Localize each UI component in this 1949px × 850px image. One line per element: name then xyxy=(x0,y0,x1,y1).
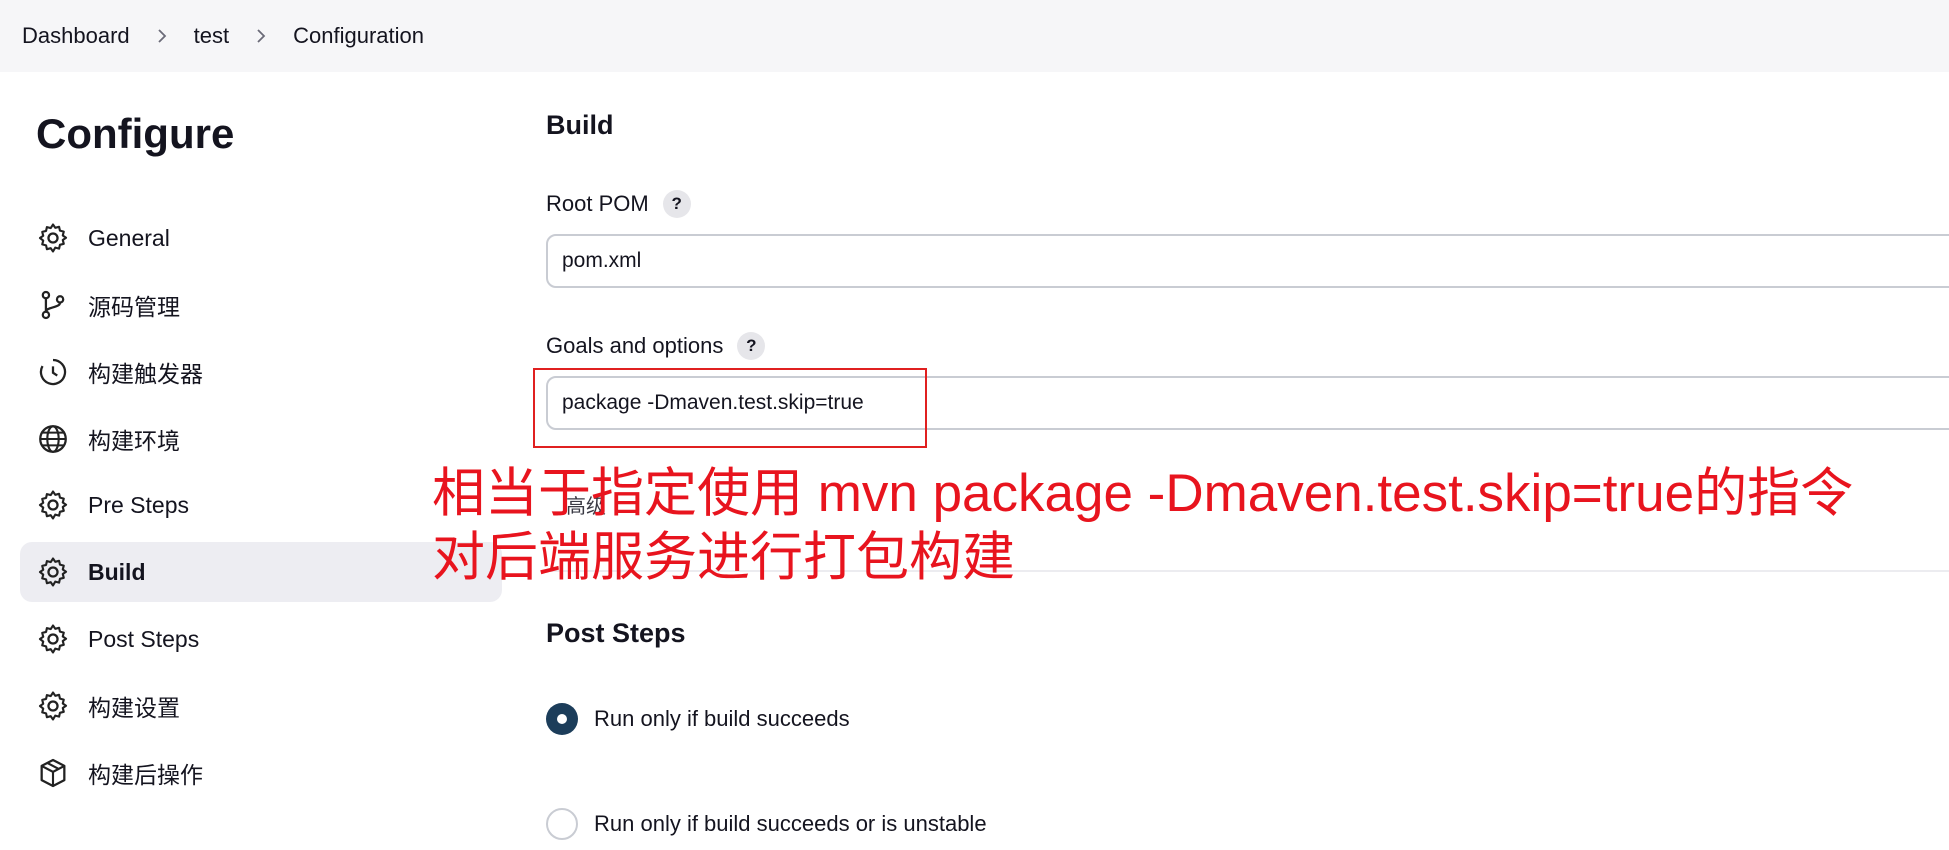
sidebar-item-pre-steps[interactable]: Pre Steps xyxy=(20,475,502,535)
post-steps-section-title: Post Steps xyxy=(546,618,686,648)
breadcrumb: Dashboard test Configuration xyxy=(0,0,1949,72)
clock-icon xyxy=(39,358,67,386)
annotation-line-1: 相当于指定使用 mvn package -Dmaven.test.skip=tr… xyxy=(432,464,1854,523)
sidebar-item-build-triggers[interactable]: 构建触发器 xyxy=(20,342,502,402)
radio-label: Run only if build succeeds or is unstabl… xyxy=(594,811,987,836)
gear-icon xyxy=(38,691,68,721)
breadcrumb-test[interactable]: test xyxy=(194,23,229,49)
goals-options-label: Goals and options ? xyxy=(546,332,766,360)
chevron-right-icon xyxy=(257,29,266,43)
sidebar-item-label: 构建设置 xyxy=(88,695,180,721)
sidebar-item-build[interactable]: Build xyxy=(20,542,502,602)
root-pom-label-text: Root POM xyxy=(546,191,649,216)
sidebar-item-post-steps[interactable]: Post Steps xyxy=(20,609,502,669)
radio-option-succeeds[interactable]: Run only if build succeeds xyxy=(546,703,850,735)
radio-button[interactable] xyxy=(546,808,578,840)
sidebar-item-label: Build xyxy=(88,558,146,585)
globe-icon xyxy=(39,425,67,453)
sidebar-item-label: 构建触发器 xyxy=(88,361,203,387)
sidebar-item-label: Post Steps xyxy=(88,625,200,652)
radio-option-succeeds-or-unstable[interactable]: Run only if build succeeds or is unstabl… xyxy=(546,808,987,840)
sidebar-item-label: 构建环境 xyxy=(88,428,180,454)
radio-label: Run only if build succeeds xyxy=(594,706,850,731)
page-title: Configure xyxy=(36,110,235,157)
gear-icon xyxy=(38,557,68,587)
package-icon xyxy=(40,758,66,788)
annotation-line-2: 对后端服务进行打包构建 xyxy=(432,528,1015,587)
help-icon[interactable]: ? xyxy=(662,190,691,218)
chevron-right-icon xyxy=(158,29,166,43)
annotation-highlight-box xyxy=(533,368,927,448)
annotation-text: 相当于指定使用 mvn package -Dmaven.test.skip=tr… xyxy=(432,462,1853,590)
breadcrumb-dashboard[interactable]: Dashboard xyxy=(22,23,130,49)
sidebar-item-label: Pre Steps xyxy=(88,491,189,518)
build-section-title: Build xyxy=(546,110,614,140)
help-icon[interactable]: ? xyxy=(737,332,766,360)
sidebar-item-source-management[interactable]: 源码管理 xyxy=(20,275,502,335)
sidebar-item-build-settings[interactable]: 构建设置 xyxy=(20,676,502,736)
radio-button-selected[interactable] xyxy=(546,703,578,735)
gear-icon xyxy=(38,624,68,654)
sidebar-item-general[interactable]: General xyxy=(20,208,502,268)
sidebar-item-label: General xyxy=(88,224,170,251)
git-branch-icon xyxy=(41,290,65,320)
sidebar-item-label: 源码管理 xyxy=(88,294,180,320)
radio-dot xyxy=(557,714,567,724)
root-pom-input[interactable] xyxy=(546,234,1949,288)
goals-options-label-text: Goals and options xyxy=(546,333,724,358)
gear-icon xyxy=(38,490,68,520)
root-pom-label: Root POM ? xyxy=(546,190,691,218)
sidebar-item-label: 构建后操作 xyxy=(88,762,203,788)
breadcrumb-configuration[interactable]: Configuration xyxy=(293,23,424,49)
sidebar-item-build-environment[interactable]: 构建环境 xyxy=(20,409,502,469)
sidebar-item-post-build-actions[interactable]: 构建后操作 xyxy=(20,743,502,803)
gear-icon xyxy=(38,223,68,253)
